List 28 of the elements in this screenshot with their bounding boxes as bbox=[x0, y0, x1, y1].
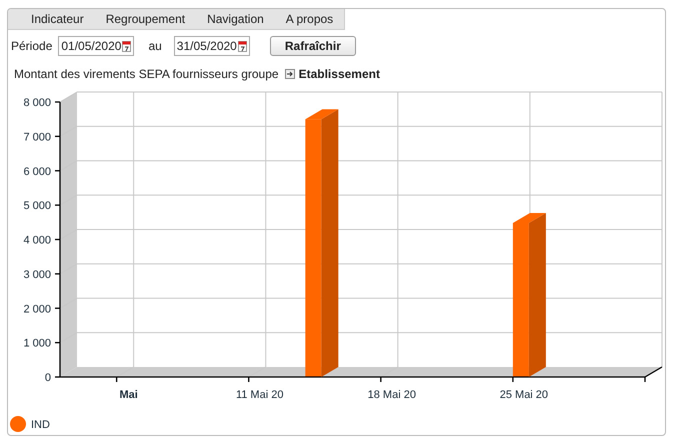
y-tick-label: 7 000 bbox=[23, 131, 51, 144]
menu-item[interactable]: Indicateur bbox=[20, 12, 95, 26]
grouping-link[interactable]: Etablissement bbox=[298, 67, 380, 81]
refresh-button[interactable]: Rafraîchir bbox=[270, 36, 356, 56]
y-tick-label: 2 000 bbox=[23, 303, 51, 316]
menu-item[interactable]: Regroupement bbox=[94, 12, 196, 26]
y-tick-label: 8 000 bbox=[23, 97, 51, 109]
y-tick-label: 4 000 bbox=[23, 234, 51, 246]
y-tick-label: 5 000 bbox=[23, 200, 51, 212]
legend-label: IND bbox=[31, 419, 50, 431]
date-field[interactable]: 01/05/2020 bbox=[58, 36, 134, 56]
y-tick-label: 6 000 bbox=[23, 166, 51, 178]
y-tick-label: 0 bbox=[44, 372, 51, 384]
menu-item[interactable]: A propos bbox=[274, 12, 344, 26]
calendar-icon[interactable] bbox=[122, 40, 132, 52]
x-tick-label: 11 Mai 20 bbox=[236, 389, 284, 401]
period-label: Période bbox=[11, 39, 52, 53]
x-tick-label: 18 Mai 20 bbox=[368, 389, 416, 401]
chart-title: Montant des virements SEPA fournisseurs groupe bbox=[14, 67, 279, 81]
date-field[interactable]: 31/05/2020 bbox=[174, 36, 250, 56]
x-tick-label: Mai bbox=[119, 389, 138, 401]
x-tick-label: 25 Mai 20 bbox=[500, 389, 548, 401]
y-tick-label: 3 000 bbox=[23, 268, 51, 281]
calendar-icon[interactable] bbox=[238, 40, 247, 52]
separator-label: au bbox=[148, 39, 162, 53]
y-tick-label: 1 000 bbox=[23, 338, 51, 350]
menu-item[interactable]: Navigation bbox=[196, 12, 275, 26]
arrow-icon[interactable] bbox=[284, 69, 295, 79]
